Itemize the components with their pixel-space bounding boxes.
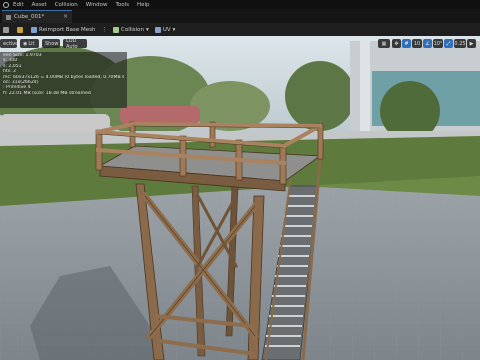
- lit-button[interactable]: ◉ Lit: [20, 39, 39, 48]
- close-tab-icon[interactable]: ×: [63, 13, 68, 20]
- collision-label: Collision: [121, 26, 145, 33]
- stats-line: fi: 22.01 MB (size: 18.48 MB streamed: [3, 90, 91, 96]
- show-button[interactable]: Show: [42, 39, 60, 48]
- menu-bar: Edit Asset Collision Window Tools Help: [0, 0, 480, 9]
- grid-snap-value[interactable]: 10: [412, 39, 422, 48]
- menu-asset[interactable]: Asset: [32, 2, 47, 8]
- rotate-snap-value[interactable]: 10°: [433, 39, 443, 48]
- tab-bar: Cube_001* ×: [0, 9, 480, 24]
- save-button[interactable]: [3, 26, 11, 33]
- scale-snap-value[interactable]: 0.25: [454, 39, 466, 48]
- menu-tools[interactable]: Tools: [115, 2, 129, 8]
- lit-label: Lit: [28, 40, 35, 47]
- save-icon: [3, 26, 9, 33]
- scale-snap-icon[interactable]: ⤢: [444, 39, 453, 48]
- reimport-label: Reimport Base Mesh: [39, 26, 96, 33]
- uv-label: UV: [162, 26, 171, 33]
- grid-snap-icon[interactable]: #: [402, 39, 411, 48]
- reimport-icon: [31, 26, 37, 33]
- collision-button[interactable]: Collision ▾: [113, 26, 149, 33]
- reimport-button[interactable]: Reimport Base Mesh: [31, 26, 96, 33]
- viewport-toolbar: ective ◉ Lit Show LOD Auto ▦ ✥ # 10 ∠ 10…: [0, 36, 480, 52]
- folder-icon: [17, 26, 23, 33]
- uv-button[interactable]: UV ▾: [154, 26, 176, 33]
- browse-button[interactable]: [17, 26, 25, 33]
- menu-edit[interactable]: Edit: [13, 2, 24, 8]
- perspective-button[interactable]: ective: [0, 39, 18, 48]
- menu-collision[interactable]: Collision: [55, 2, 78, 8]
- more-options-button[interactable]: ⋮: [102, 27, 108, 33]
- stats-overlay: een Size: 1.9703 s: 300 s: 2,051 hts: 2 …: [0, 52, 127, 108]
- static-mesh-icon: [6, 14, 11, 20]
- grid-icon[interactable]: ▦: [378, 39, 390, 48]
- tab-asset[interactable]: Cube_001* ×: [2, 10, 72, 23]
- chevron-down-icon: ▾: [146, 26, 149, 33]
- rotate-snap-icon[interactable]: ∠: [423, 39, 432, 48]
- menu-window[interactable]: Window: [86, 2, 108, 8]
- lod-button[interactable]: LOD Auto: [63, 38, 87, 50]
- unreal-logo-icon[interactable]: [3, 1, 9, 8]
- tab-title: Cube_001*: [14, 14, 45, 20]
- uv-icon: [154, 26, 161, 33]
- lit-icon: ◉: [23, 40, 28, 47]
- menu-help[interactable]: Help: [137, 2, 150, 8]
- snap-controls: ✥ # 10 ∠ 10° ⤢ 0.25 ▶: [392, 39, 476, 48]
- collision-icon: [113, 26, 119, 33]
- camera-speed-icon[interactable]: ▶: [467, 39, 476, 48]
- translate-icon[interactable]: ✥: [392, 39, 401, 48]
- asset-toolbar: Reimport Base Mesh ⋮ Collision ▾ UV ▾: [0, 23, 480, 36]
- chevron-down-icon: ▾: [172, 26, 176, 33]
